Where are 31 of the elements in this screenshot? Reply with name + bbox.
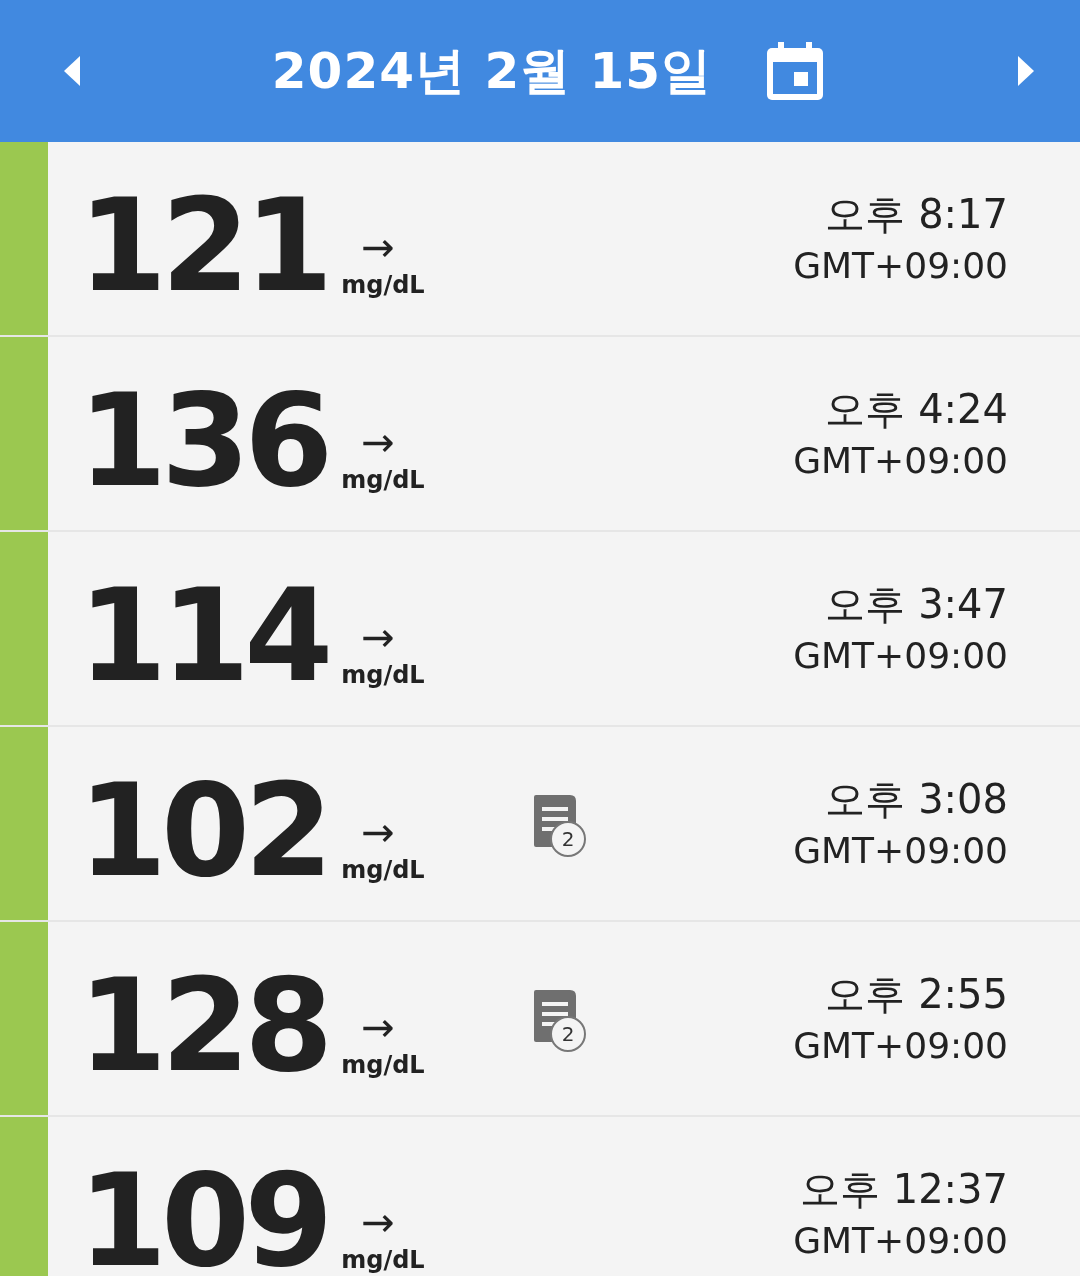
timezone-label: GMT+09:00 — [793, 635, 1008, 676]
reading-time: 오후 3:08 — [825, 776, 1008, 821]
unit-label: mg/dL — [341, 855, 425, 884]
reading-time: 오후 12:37 — [800, 1166, 1008, 1211]
reading-time: 오후 4:24 — [825, 386, 1008, 431]
unit-label: mg/dL — [341, 270, 425, 299]
unit-label: mg/dL — [341, 1050, 425, 1079]
trend-arrow: → — [361, 616, 395, 657]
timezone-label: GMT+09:00 — [793, 1025, 1008, 1066]
trend-arrow: → — [361, 1201, 395, 1242]
glucose-value: 102 — [78, 766, 328, 895]
reading-time: 오후 8:17 — [825, 191, 1008, 236]
trend-arrow: → — [361, 226, 395, 267]
trend-arrow: → — [361, 421, 395, 462]
unit-label: mg/dL — [341, 465, 425, 494]
glucose-value: 128 — [78, 961, 328, 1090]
reading-time: 오후 3:47 — [825, 581, 1008, 626]
unit-label: mg/dL — [341, 660, 425, 689]
timezone-label: GMT+09:00 — [793, 830, 1008, 871]
unit-label: mg/dL — [341, 1245, 425, 1274]
glucose-value: 121 — [78, 181, 328, 310]
glucose-value: 109 — [78, 1156, 328, 1276]
date-title: 2024년 2월 15일 — [271, 40, 713, 102]
timezone-label: GMT+09:00 — [793, 1220, 1008, 1261]
trend-arrow: → — [361, 1006, 395, 1047]
glucose-value: 136 — [78, 376, 328, 505]
glucose-value: 114 — [78, 571, 328, 700]
timezone-label: GMT+09:00 — [793, 245, 1008, 286]
reading-time: 오후 2:55 — [825, 971, 1008, 1016]
timezone-label: GMT+09:00 — [793, 440, 1008, 481]
trend-arrow: → — [361, 811, 395, 852]
